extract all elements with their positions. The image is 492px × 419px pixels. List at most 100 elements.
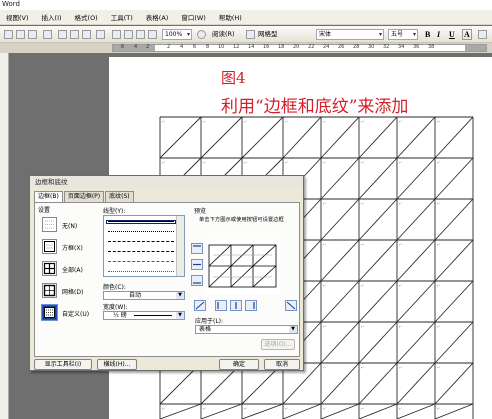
cell-end-mark: ↵ — [399, 119, 402, 124]
cell-end-mark: ↵ — [323, 119, 326, 124]
table-line — [434, 157, 474, 200]
table-line — [358, 403, 398, 419]
table-line — [320, 321, 360, 364]
cell-end-mark: ↵ — [361, 406, 364, 411]
setting-none-icon[interactable] — [42, 217, 57, 232]
cell-end-mark: ↵ — [399, 365, 402, 370]
apply-to-value: 表格 — [199, 326, 212, 333]
preview-hint: 单击下方图示或使用按钮可设置边框 — [199, 217, 284, 223]
cell-end-mark: ↵ — [361, 119, 364, 124]
cell-end-mark: ↵ — [437, 160, 440, 165]
tab-page-border[interactable]: 页面边框(P) — [63, 191, 105, 202]
options-button[interactable]: 选项(O)... — [261, 339, 295, 350]
cell-end-mark: ↵ — [361, 201, 364, 206]
table-line — [320, 280, 360, 323]
table-line — [282, 116, 322, 159]
table-line — [159, 116, 202, 159]
cell-end-mark: ↵ — [244, 160, 247, 165]
cell-end-mark: ↵ — [244, 119, 247, 124]
cell-end-mark: ↵ — [285, 119, 288, 124]
cell-end-mark: ↵ — [437, 365, 440, 370]
line-style-dash-dot-dot[interactable] — [108, 271, 174, 272]
horizontal-line-button[interactable]: 横线(H)... — [97, 359, 137, 370]
line-style-selected-frame — [106, 220, 176, 224]
dialog-title: 边框和底纹 — [30, 176, 303, 188]
table-line — [320, 239, 360, 282]
preview-area[interactable] — [205, 239, 280, 294]
cell-end-mark: ↵ — [162, 406, 165, 411]
cell-end-mark: ↵ — [437, 406, 440, 411]
line-style-dashed[interactable] — [108, 241, 174, 242]
tab-shading[interactable]: 底纹(S) — [105, 191, 134, 202]
table-line — [320, 362, 360, 405]
ok-button[interactable]: 确定 — [219, 359, 259, 370]
document-heading: 利用“边框和底纹”来添加 — [221, 97, 409, 117]
cell-end-mark: ↵ — [399, 160, 402, 165]
setting-grid-label[interactable]: 网格(D) — [62, 287, 83, 296]
show-toolbar-button[interactable]: 显示工具栏(I) — [34, 359, 92, 370]
setting-none-label[interactable]: 无(N) — [62, 221, 77, 230]
cell-end-mark: ↵ — [323, 365, 326, 370]
cell-end-mark: ↵ — [361, 365, 364, 370]
table-line — [200, 116, 243, 159]
width-select[interactable]: ½ 磅 ▼ — [103, 311, 185, 320]
line-style-dotted[interactable] — [108, 231, 174, 232]
cell-end-mark: ↵ — [361, 160, 364, 165]
table-line — [200, 403, 243, 419]
apply-to-select[interactable]: 表格 ▼ — [195, 325, 298, 334]
cancel-button[interactable]: 取消 — [264, 359, 300, 370]
cell-end-mark: ↵ — [399, 283, 402, 288]
table-line — [396, 280, 436, 323]
table-line — [320, 198, 360, 241]
cell-end-mark: ↵ — [361, 283, 364, 288]
setting-box-label[interactable]: 方框(X) — [62, 243, 83, 252]
table-line — [396, 239, 436, 282]
setting-all-label[interactable]: 全部(A) — [62, 265, 83, 274]
bottom-border-button[interactable] — [191, 275, 203, 286]
inside-v-border-button[interactable] — [230, 300, 242, 311]
table-line — [396, 362, 436, 405]
table-line — [358, 321, 398, 364]
cell-end-mark: ↵ — [323, 201, 326, 206]
setting-box-icon[interactable] — [42, 239, 57, 254]
width-label: 宽度(W): — [103, 304, 128, 311]
table-line — [434, 362, 474, 405]
table-line — [358, 116, 398, 159]
setting-custom-label[interactable]: 自定义(U) — [62, 309, 89, 318]
setting-all-icon[interactable] — [42, 261, 57, 276]
color-label: 颜色(C): — [103, 284, 126, 291]
cell-end-mark: ↵ — [437, 283, 440, 288]
table-line — [396, 157, 436, 200]
cell-end-mark: ↵ — [285, 160, 288, 165]
left-border-button[interactable] — [215, 300, 227, 311]
line-style-scrollbar[interactable] — [176, 216, 184, 276]
line-style-dash-dot[interactable] — [108, 261, 174, 262]
cell-end-mark: ↵ — [399, 242, 402, 247]
cell-end-mark: ↵ — [323, 242, 326, 247]
table-line — [358, 157, 398, 200]
setting-grid-icon[interactable] — [42, 283, 57, 298]
cell-end-mark: ↵ — [399, 201, 402, 206]
table-line — [434, 198, 474, 241]
settings-label: 设置 — [38, 207, 51, 214]
line-style-list[interactable] — [103, 215, 185, 277]
diagonal-up-button[interactable] — [194, 300, 206, 311]
table-line — [434, 403, 474, 419]
table-line — [434, 321, 474, 364]
borders-panel: 设置 无(N) 方框(X) 全部(A) 网格(D) 自定义(U) 线型(Y): — [34, 202, 300, 357]
cell-end-mark: ↵ — [162, 119, 165, 124]
right-border-button[interactable] — [245, 300, 257, 311]
line-style-long-dash[interactable] — [108, 251, 174, 252]
width-sample-line — [134, 315, 172, 316]
chevron-down-icon: ▼ — [176, 312, 184, 319]
preview-label: 预览 — [194, 208, 207, 215]
table-line — [396, 403, 436, 419]
top-border-button[interactable] — [191, 243, 203, 254]
color-select[interactable]: 自动 ▼ — [103, 291, 185, 300]
table-line — [241, 116, 284, 159]
diagonal-down-button[interactable] — [285, 300, 297, 311]
setting-custom-icon[interactable] — [41, 304, 58, 321]
table-line — [358, 362, 398, 405]
cell-end-mark: ↵ — [437, 119, 440, 124]
inside-h-border-button[interactable] — [191, 259, 203, 270]
